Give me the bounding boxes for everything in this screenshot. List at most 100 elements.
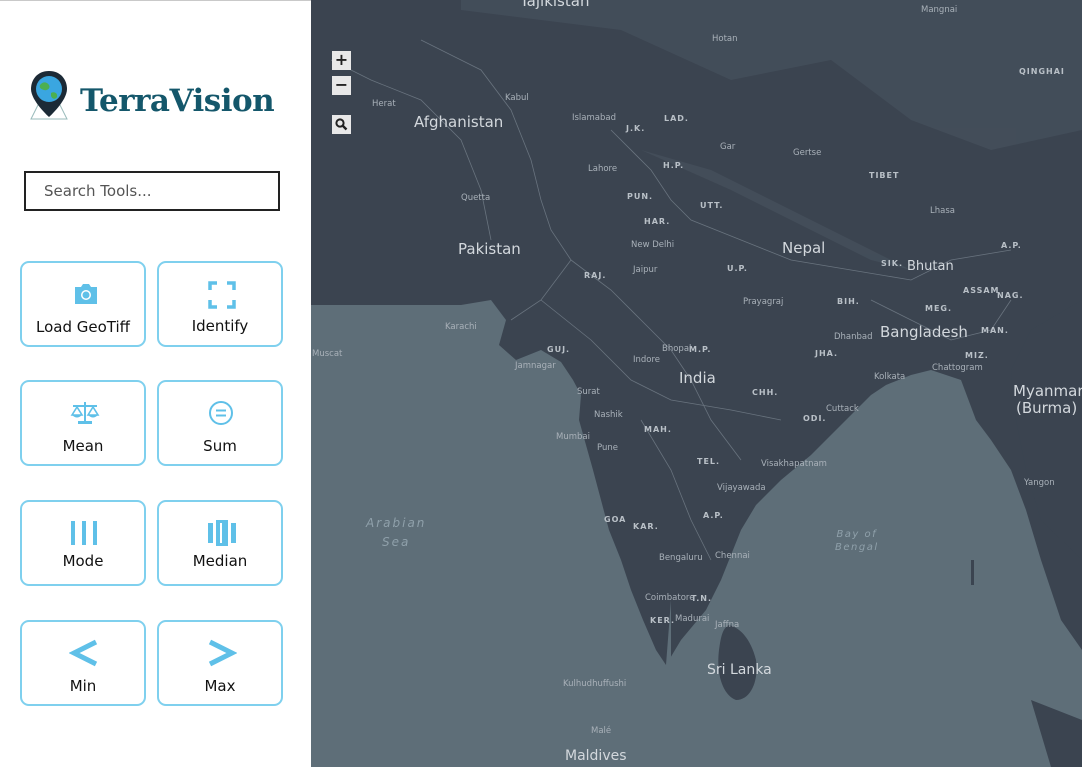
state-label: KER. xyxy=(650,616,676,625)
city-label: New Delhi xyxy=(631,240,675,250)
median-bars-icon xyxy=(208,520,236,546)
country-label: Maldives xyxy=(565,748,627,764)
country-label: Bhutan xyxy=(907,259,954,274)
city-label: Cuttack xyxy=(826,404,859,414)
city-label: Islamabad xyxy=(572,113,616,123)
country-label: Bangladesh xyxy=(880,323,968,341)
less-than-icon xyxy=(69,639,98,667)
state-label: SIK. xyxy=(881,259,903,268)
state-label: ODI. xyxy=(803,414,827,423)
logo xyxy=(25,69,73,123)
city-label: Coimbatore xyxy=(645,593,695,603)
tool-label: Identify xyxy=(191,317,249,335)
tool-label: Mean xyxy=(62,437,104,455)
city-label: Mangnai xyxy=(921,5,958,15)
state-label: HAR. xyxy=(644,217,671,226)
state-label: MAN. xyxy=(981,326,1009,335)
identify-button[interactable]: Identify xyxy=(157,261,283,347)
city-label: Nashik xyxy=(594,410,623,420)
city-label: Lahore xyxy=(588,164,618,174)
city-label: Gar xyxy=(720,142,736,152)
tool-label: Max xyxy=(204,677,236,695)
city-label: Chattogram xyxy=(932,363,983,373)
city-label: Mumbai xyxy=(556,432,590,442)
state-label: TIBET xyxy=(869,171,900,180)
median-button[interactable]: Median xyxy=(157,500,283,586)
equals-circle-icon xyxy=(209,401,233,425)
state-label: A.P. xyxy=(1001,241,1022,250)
state-label: LAD. xyxy=(664,114,689,123)
city-label: Kabul xyxy=(505,93,529,103)
state-label: U.P. xyxy=(727,264,748,273)
mean-button[interactable]: Mean xyxy=(20,380,146,466)
greater-than-icon xyxy=(208,639,237,667)
state-label: QINGHAI xyxy=(1019,67,1065,76)
country-label: Sri Lanka xyxy=(707,662,772,678)
state-label: PUN. xyxy=(627,192,654,201)
globe-pin-icon xyxy=(30,71,68,120)
load-geotiff-button[interactable]: Load GeoTiff xyxy=(20,261,146,347)
city-label: Madurai xyxy=(675,614,710,624)
tool-label: Sum xyxy=(203,437,237,455)
zoom-in-button[interactable]: + xyxy=(332,51,351,70)
city-label: Lhasa xyxy=(930,206,955,216)
city-label: Yangon xyxy=(1024,478,1055,488)
country-label: Pakistan xyxy=(458,240,521,258)
country-label: Myanmar xyxy=(1013,382,1082,400)
city-label: Jaffna xyxy=(715,620,740,630)
country-label: Nepal xyxy=(782,239,826,257)
mode-button[interactable]: Mode xyxy=(20,500,146,586)
state-label: KAR. xyxy=(633,522,659,531)
state-label: GOA xyxy=(604,515,627,524)
state-label: MIZ. xyxy=(965,351,989,360)
min-button[interactable]: Min xyxy=(20,620,146,706)
sea-label: Arabian Sea xyxy=(366,516,427,549)
city-label: Kolkata xyxy=(874,372,906,382)
city-label: Chennai xyxy=(715,551,750,561)
magnifier-icon xyxy=(335,118,348,131)
city-label: Herat xyxy=(372,99,396,109)
city-label: Vijayawada xyxy=(717,483,766,493)
city-label: Dhanbad xyxy=(834,332,873,342)
city-label: Bhopal xyxy=(662,344,692,354)
country-label: India xyxy=(679,369,716,387)
map-view[interactable]: + − Tajikistan Afghanistan Pakistan Nepa… xyxy=(311,0,1082,767)
state-label: TEL. xyxy=(697,457,721,466)
country-label: (Burma) xyxy=(1016,399,1078,417)
city-label: Indore xyxy=(633,355,661,365)
state-label: M.P. xyxy=(689,345,712,354)
state-label: JHA. xyxy=(815,349,839,358)
state-label: GUJ. xyxy=(547,345,571,354)
map-search-button[interactable] xyxy=(332,115,351,134)
city-label: Jaipur xyxy=(633,265,658,275)
sidebar: TerraVision Load GeoTiff Identify Mean xyxy=(0,0,311,767)
state-label: RAJ. xyxy=(584,271,607,280)
state-label: MAH. xyxy=(644,425,672,434)
state-label: BIH. xyxy=(837,297,860,306)
state-label: J.K. xyxy=(626,124,646,133)
city-label: Pune xyxy=(597,443,618,453)
brand-title: TerraVision xyxy=(80,83,275,119)
city-label: Kulhudhuffushi xyxy=(563,679,627,689)
sea-label: Bay of Bengal xyxy=(835,529,879,553)
focus-frame-icon xyxy=(208,281,236,309)
zoom-out-button[interactable]: − xyxy=(332,76,351,95)
bars-icon xyxy=(71,521,97,545)
sum-button[interactable]: Sum xyxy=(157,380,283,466)
state-label: NAG. xyxy=(997,291,1024,300)
country-label: Tajikistan xyxy=(520,0,590,10)
city-label: Visakhapatnam xyxy=(761,459,827,469)
city-label: Muscat xyxy=(312,349,343,359)
state-label: ASSAM xyxy=(963,286,1000,295)
city-label: Hotan xyxy=(712,34,738,44)
search-tools-input[interactable] xyxy=(24,171,280,211)
tool-label: Mode xyxy=(62,552,104,570)
max-button[interactable]: Max xyxy=(157,620,283,706)
tool-label: Min xyxy=(69,677,97,695)
camera-icon xyxy=(75,284,97,304)
state-label: H.P. xyxy=(663,161,685,170)
city-label: Surat xyxy=(577,387,600,397)
city-label: Jamnagar xyxy=(515,361,556,371)
state-label: CHH. xyxy=(752,388,779,397)
city-label: Prayagraj xyxy=(743,297,784,307)
